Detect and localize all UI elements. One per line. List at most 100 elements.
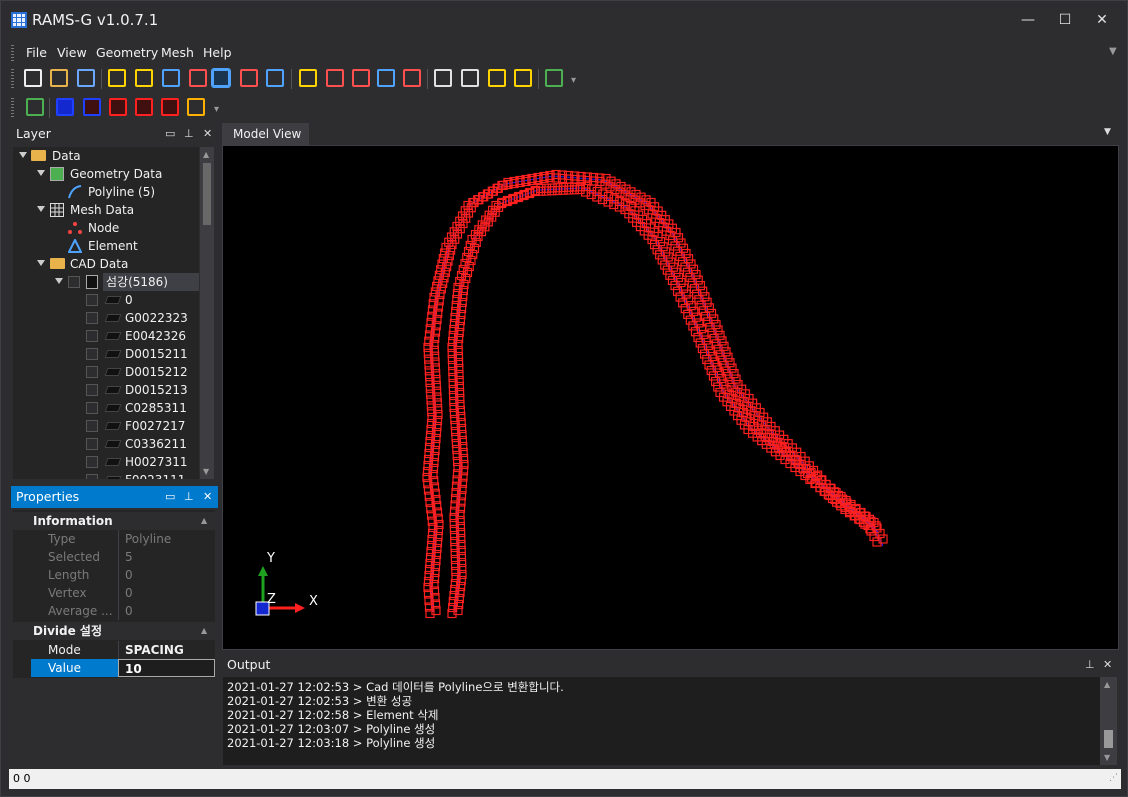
ruler-icon[interactable] <box>187 98 205 116</box>
collapse-icon[interactable]: ▲ <box>201 622 207 640</box>
layer-checkbox[interactable] <box>86 474 98 479</box>
pin-icon[interactable]: ⊥ <box>1085 654 1095 676</box>
new-file-icon[interactable] <box>24 69 42 87</box>
move-node-icon[interactable] <box>135 69 153 87</box>
polyline-edit-icon[interactable] <box>211 68 231 88</box>
box-iso-icon[interactable] <box>161 98 179 116</box>
scroll-up-icon[interactable]: ▲ <box>203 150 209 159</box>
layer-checkbox[interactable] <box>86 294 98 306</box>
delete-node-icon[interactable] <box>189 69 207 87</box>
scroll-down-icon[interactable]: ▼ <box>1104 753 1110 762</box>
layer-checkbox[interactable] <box>86 330 98 342</box>
resize-grip-icon[interactable]: ⋰ <box>1109 773 1118 783</box>
close-panel-icon[interactable]: ✕ <box>203 486 212 508</box>
refresh-icon[interactable] <box>26 98 44 116</box>
menu-geometry[interactable]: Geometry <box>96 45 158 60</box>
box-front-icon[interactable] <box>109 98 127 116</box>
select-node-icon[interactable] <box>108 69 126 87</box>
close-panel-icon[interactable]: ✕ <box>1103 654 1112 676</box>
property-row[interactable]: Vertex 0 <box>13 584 215 602</box>
category-divide[interactable]: Divide 설정 ▲ <box>13 622 215 640</box>
grid-icon[interactable] <box>461 69 479 87</box>
layer-checkbox[interactable] <box>86 348 98 360</box>
tree-item-geometry-data[interactable]: Geometry Data <box>13 165 199 183</box>
property-row-mode[interactable]: Mode SPACING <box>13 641 215 659</box>
scroll-thumb[interactable] <box>1104 730 1113 748</box>
layer-checkbox[interactable] <box>68 276 80 288</box>
property-row-value[interactable]: Value 10 <box>13 659 215 677</box>
float-icon[interactable]: ▭ <box>165 486 175 508</box>
property-row[interactable]: Type Polyline <box>13 530 215 548</box>
menu-mesh[interactable]: Mesh <box>161 45 194 60</box>
layer-item[interactable]: 0 <box>13 291 199 309</box>
property-row[interactable]: Selected 5 <box>13 548 215 566</box>
polyline-path[interactable] <box>454 187 879 613</box>
layer-checkbox[interactable] <box>86 312 98 324</box>
toolbar-overflow-icon[interactable]: ▾ <box>571 75 576 86</box>
layer-item[interactable]: H0027311 <box>13 453 199 471</box>
layer-item[interactable]: C0285311 <box>13 399 199 417</box>
tree-item-polyline[interactable]: Polyline (5) <box>13 183 199 201</box>
pin-icon[interactable]: ⊥ <box>184 123 194 145</box>
property-row[interactable]: Length 0 <box>13 566 215 584</box>
layer-checkbox[interactable] <box>86 456 98 468</box>
menu-grip-icon[interactable] <box>11 45 14 61</box>
property-row[interactable]: Average ... 0 <box>13 602 215 620</box>
tab-model-view[interactable]: Model View <box>222 123 309 145</box>
output-scrollbar[interactable]: ▲ ▼ <box>1100 677 1117 765</box>
draw-spline-icon[interactable] <box>352 69 370 87</box>
tree-item-mesh-data[interactable]: Mesh Data <box>13 201 199 219</box>
close-panel-icon[interactable]: ✕ <box>203 123 212 145</box>
layer-item[interactable]: E0042326 <box>13 327 199 345</box>
save-icon[interactable] <box>77 69 95 87</box>
draw-polyline-icon[interactable] <box>326 69 344 87</box>
insert-node-icon[interactable] <box>162 69 180 87</box>
layer-item[interactable]: D0015212 <box>13 363 199 381</box>
box-top-icon[interactable] <box>83 98 101 116</box>
layer-checkbox[interactable] <box>86 438 98 450</box>
menu-overflow-icon[interactable]: ▼ <box>1109 46 1117 57</box>
property-value[interactable]: SPACING <box>118 641 184 659</box>
scroll-up-icon[interactable]: ▲ <box>1104 680 1110 689</box>
draw-arc-icon[interactable] <box>377 69 395 87</box>
box-select-icon[interactable] <box>56 98 74 116</box>
tree-item-cad-file[interactable]: 섬강(5186) <box>13 273 199 291</box>
title-bar[interactable]: RAMS-G v1.0.7.1 — ☐ ✕ <box>1 1 1127 39</box>
layer-checkbox[interactable] <box>86 384 98 396</box>
toolbar-overflow-icon[interactable]: ▾ <box>214 104 219 115</box>
category-information[interactable]: Information ▲ <box>13 512 215 530</box>
layer-checkbox[interactable] <box>86 420 98 432</box>
scroll-thumb[interactable] <box>203 163 211 225</box>
tree-item-element[interactable]: Element <box>13 237 199 255</box>
tree-item-cad-data[interactable]: CAD Data <box>13 255 199 273</box>
view-toggle-icon[interactable] <box>545 69 563 87</box>
tab-dropdown-icon[interactable]: ▼ <box>1104 127 1111 137</box>
collapse-icon[interactable]: ▲ <box>201 512 207 530</box>
float-icon[interactable]: ▭ <box>165 123 175 145</box>
menu-view[interactable]: View <box>57 45 87 60</box>
layer-item[interactable]: D0015213 <box>13 381 199 399</box>
model-viewport[interactable]: Y X Z <box>222 145 1119 650</box>
layer-scrollbar[interactable]: ▲ ▼ <box>200 147 214 479</box>
layer-item[interactable]: F0027217 <box>13 417 199 435</box>
reverse-polyline-icon[interactable] <box>403 69 421 87</box>
layer-item[interactable]: C0336211 <box>13 435 199 453</box>
tree-item-node[interactable]: Node <box>13 219 199 237</box>
layer-item[interactable]: D0015211 <box>13 345 199 363</box>
polyline-canvas[interactable] <box>223 146 1118 649</box>
maximize-button[interactable]: ☐ <box>1050 9 1080 31</box>
box-side-icon[interactable] <box>135 98 153 116</box>
close-button[interactable]: ✕ <box>1087 9 1117 31</box>
scroll-down-icon[interactable]: ▼ <box>203 467 209 476</box>
output-log[interactable]: 2021-01-27 12:02:53 > Cad 데이터를 Polyline으… <box>223 677 1100 765</box>
minimize-button[interactable]: — <box>1013 9 1043 31</box>
open-folder-icon[interactable] <box>50 69 68 87</box>
menu-file[interactable]: File <box>26 45 47 60</box>
layer-item[interactable]: F0023111 <box>13 471 199 479</box>
mesh-generate-icon[interactable] <box>434 69 452 87</box>
add-point-icon[interactable] <box>299 69 317 87</box>
value-input[interactable]: 10 <box>118 659 215 677</box>
polyline-merge-icon[interactable] <box>266 69 284 87</box>
polyline-split-icon[interactable] <box>240 69 258 87</box>
layer-checkbox[interactable] <box>86 402 98 414</box>
